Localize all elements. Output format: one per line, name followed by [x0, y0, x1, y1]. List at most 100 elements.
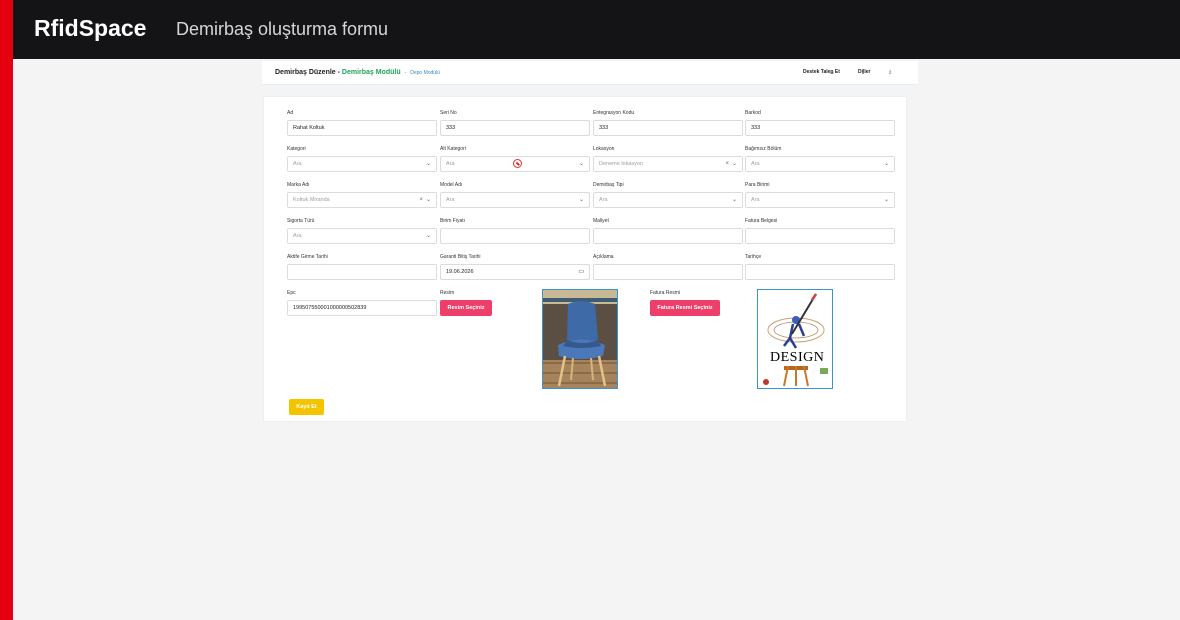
design-picture	[763, 293, 828, 387]
kategori-select[interactable]: Ara ⌄	[287, 156, 437, 172]
maliyet-field: Maliyet	[593, 217, 743, 244]
seri-no-label: Seri No	[440, 110, 457, 116]
chevron-down-icon: ⌄	[425, 161, 431, 167]
tarihce-field: Tarihçe	[745, 253, 895, 280]
ad-field: Ad Rahat Koltuk	[287, 109, 437, 136]
garanti-bitis-tarihi-label: Garanti Bitiş Tarihi	[440, 254, 481, 260]
chevron-down-icon: ⌄	[829, 70, 835, 76]
chevron-down-icon: ⌄	[425, 233, 431, 239]
save-button[interactable]: Kayıt Et	[289, 399, 324, 415]
chair-picture	[543, 290, 617, 388]
garanti-bitis-tarihi-value: 19.06.2026	[446, 269, 474, 275]
sigorta-turu-placeholder: Ara	[293, 233, 302, 239]
aciklama-label: Açıklama	[593, 254, 614, 260]
bagimsiz-bolum-placeholder: Ara	[751, 161, 760, 167]
kategori-label: Kategori	[287, 146, 306, 152]
sigorta-turu-label: Sigorta Türü	[287, 218, 315, 224]
demirbas-tipi-select[interactable]: Ara ⌄	[593, 192, 743, 208]
form-card: Ad Rahat Koltuk Seri No 333 Entegrasyon …	[264, 97, 906, 421]
para-birimi-select[interactable]: Ara ⌄	[745, 192, 895, 208]
barkod-input[interactable]: 333	[745, 120, 895, 136]
lokasyon-field: Lokasyon Deneme lokasyon × ⌄	[593, 145, 743, 172]
maliyet-input[interactable]	[593, 228, 743, 244]
chevron-down-icon: ⌄	[578, 197, 584, 203]
chair-image	[542, 289, 618, 389]
marka-adi-label: Marka Adı	[287, 182, 310, 188]
epc-input[interactable]: 199507550001000000502839	[287, 300, 437, 316]
fatura-belgesi-input[interactable]	[745, 228, 895, 244]
breadcrumb: Demirbaş Düzenle - Demirbaş Modülü - Dep…	[275, 69, 440, 76]
aktife-girme-tarihi-label: Aktife Girme Tarihi	[287, 254, 328, 260]
birim-fiyati-label: Birim Fiyatı	[440, 218, 465, 224]
bagimsiz-bolum-select[interactable]: Ara ⌄	[745, 156, 895, 172]
model-adi-select[interactable]: Ara ⌄	[440, 192, 590, 208]
model-adi-field: Model Adı Ara ⌄	[440, 181, 590, 208]
marka-adi-field: Marka Adı Koltuk Miranda × ⌄	[287, 181, 437, 208]
forbidden-cursor-icon	[513, 159, 522, 168]
alt-kategori-field: Alt Kategori Ara ⌄	[440, 145, 590, 172]
aktife-girme-tarihi-field: Aktife Girme Tarihi	[287, 253, 437, 280]
ad-label: Ad	[287, 110, 294, 116]
entegrasyon-kodu-input[interactable]: 333	[593, 120, 743, 136]
garanti-bitis-tarihi-field: Garanti Bitiş Tarihi 19.06.2026 ▭	[440, 253, 590, 280]
marka-adi-value: Koltuk Miranda	[293, 197, 330, 203]
maliyet-label: Maliyet	[593, 218, 609, 224]
aciklama-field: Açıklama	[593, 253, 743, 280]
design-image-text: DESIGN	[770, 350, 825, 365]
lokasyon-select[interactable]: Deneme lokasyon × ⌄	[593, 156, 743, 172]
brand-title: RfidSpace	[34, 15, 147, 41]
breadcrumb-module[interactable]: Demirbaş Modülü	[342, 69, 401, 76]
ad-input[interactable]: Rahat Koltuk	[287, 120, 437, 136]
model-adi-label: Model Adı	[440, 182, 463, 188]
chevron-down-icon: ⌄	[425, 197, 431, 203]
fatura-belgesi-field: Fatura Belgesi	[745, 217, 895, 244]
bagimsiz-bolum-field: Bağımsız Bölüm Ara ⌄	[745, 145, 895, 172]
demirbas-tipi-label: Demirbaş Tipi	[593, 182, 624, 188]
download-icon[interactable]: ⤓	[889, 69, 891, 75]
chevron-down-icon: ⌄	[731, 197, 737, 203]
marka-adi-select[interactable]: Koltuk Miranda × ⌄	[287, 192, 437, 208]
chevron-down-icon: ⌄	[883, 161, 889, 167]
top-bar: RfidSpace Demirbaş oluşturma formu	[13, 0, 1180, 59]
design-image: DESIGN	[757, 289, 833, 389]
garanti-bitis-tarihi-input[interactable]: 19.06.2026 ▭	[440, 264, 590, 280]
seri-no-field: Seri No 333	[440, 109, 590, 136]
seri-no-input[interactable]: 333	[440, 120, 590, 136]
para-birimi-label: Para Birimi	[745, 182, 770, 188]
entegrasyon-kodu-field: Entegrasyon Kodu 333	[593, 109, 743, 136]
kategori-field: Kategori Ara ⌄	[287, 145, 437, 172]
calendar-icon[interactable]: ▭	[578, 265, 584, 279]
fatura-resmi-select-button[interactable]: Fatura Resmi Seçiniz	[650, 300, 720, 316]
alt-kategori-select[interactable]: Ara ⌄	[440, 156, 590, 172]
alt-kategori-placeholder: Ara	[446, 161, 455, 167]
lokasyon-label: Lokasyon	[593, 146, 615, 152]
model-adi-placeholder: Ara	[446, 197, 455, 203]
app-header: Demirbaş Düzenle - Demirbaş Modülü - Dep…	[262, 61, 918, 85]
birim-fiyati-input[interactable]	[440, 228, 590, 244]
sigorta-turu-select[interactable]: Ara ⌄	[287, 228, 437, 244]
breadcrumb-sub[interactable]: Depo Modülü	[410, 70, 440, 76]
demirbas-tipi-placeholder: Ara	[599, 197, 608, 203]
resim-select-button[interactable]: Resim Seçiniz	[440, 300, 492, 316]
aciklama-input[interactable]	[593, 264, 743, 280]
chevron-down-icon: ⌄	[860, 70, 866, 76]
epc-label: Epc	[287, 290, 296, 296]
epc-field: Epc 199507550001000000502839	[287, 289, 437, 316]
close-icon[interactable]: ×	[725, 157, 729, 171]
tarihce-input[interactable]	[745, 264, 895, 280]
support-link[interactable]: Destek Talep Et ⌄	[803, 69, 840, 76]
breadcrumb-separator: -	[404, 70, 407, 76]
chevron-down-icon: ⌄	[883, 197, 889, 203]
demirbas-tipi-field: Demirbaş Tipi Ara ⌄	[593, 181, 743, 208]
close-icon[interactable]: ×	[419, 193, 423, 207]
page-subtitle: Demirbaş oluşturma formu	[176, 19, 389, 39]
fatura-belgesi-label: Fatura Belgesi	[745, 218, 778, 224]
entegrasyon-kodu-label: Entegrasyon Kodu	[593, 110, 635, 116]
bagimsiz-bolum-label: Bağımsız Bölüm	[745, 146, 782, 152]
sigorta-turu-field: Sigorta Türü Ara ⌄	[287, 217, 437, 244]
app-screenshot: Demirbaş Düzenle - Demirbaş Modülü - Dep…	[262, 61, 918, 423]
aktife-girme-tarihi-input[interactable]	[287, 264, 437, 280]
kategori-placeholder: Ara	[293, 161, 302, 167]
languages-menu[interactable]: Diller ⌄	[858, 69, 871, 76]
breadcrumb-title: Demirbaş Düzenle -	[275, 69, 340, 76]
